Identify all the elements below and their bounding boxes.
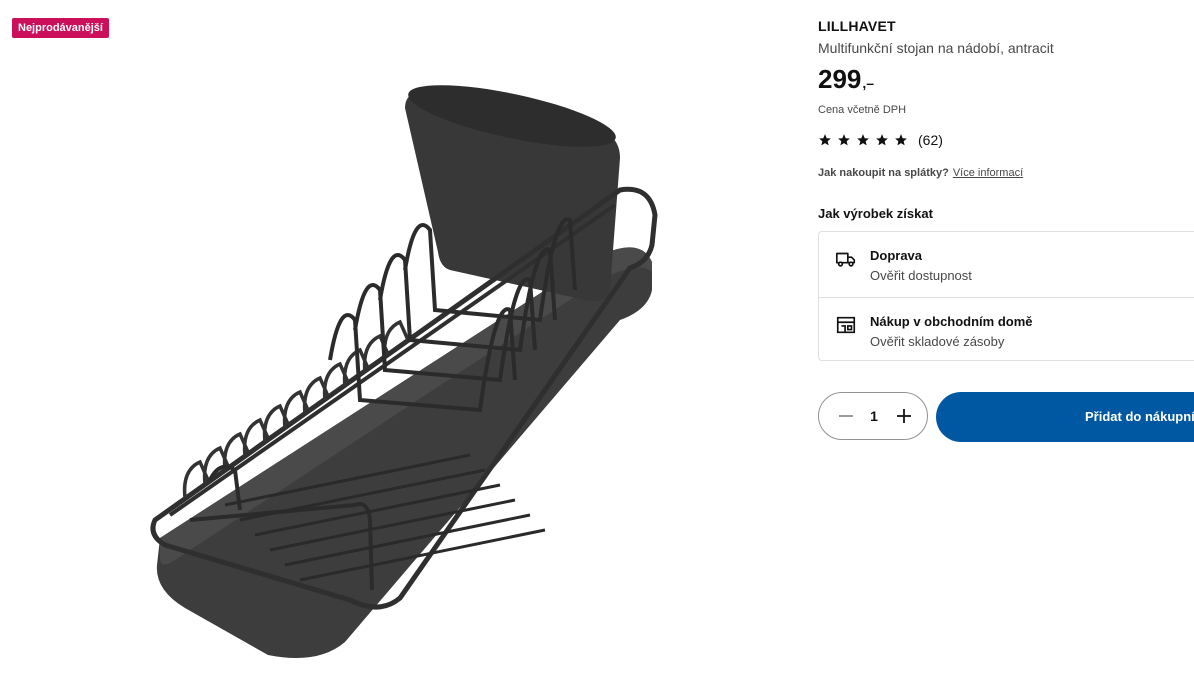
store-option[interactable]: Nákup v obchodním domě Ověřit skladové z… (819, 297, 1194, 362)
delivery-subtitle: Ověřit dostupnost (870, 268, 972, 283)
product-name: LILLHAVET (818, 18, 896, 34)
availability-options: Doprava Ověřit dostupnost Nákup v obchod… (818, 231, 1194, 361)
delivery-option[interactable]: Doprava Ověřit dostupnost (819, 232, 1194, 296)
availability-title: Jak výrobek získat (818, 206, 933, 221)
star-icon (857, 134, 869, 146)
installment-info: Jak nakoupit na splátky? Více informací (818, 167, 1023, 179)
price-suffix: ,– (862, 75, 875, 91)
store-icon (836, 316, 856, 334)
vat-note: Cena včetně DPH (818, 104, 907, 116)
store-subtitle: Ověřit skladové zásoby (870, 334, 1005, 349)
price-integer: 299 (818, 64, 862, 94)
star-icon (895, 134, 907, 146)
delivery-title: Doprava (870, 248, 923, 263)
star-icon (819, 134, 831, 146)
rating-count[interactable]: (62) (918, 132, 943, 148)
rating-stars (818, 133, 908, 147)
minus-icon[interactable] (833, 403, 859, 429)
star-icon (838, 134, 850, 146)
star-icon (876, 134, 888, 146)
quantity-stepper: 1 (818, 392, 928, 440)
truck-icon (836, 252, 856, 267)
price: 299 ,– (818, 64, 874, 95)
bestseller-badge: Nejprodávanější (12, 18, 109, 38)
add-to-cart-button[interactable]: Přidat do nákupní (936, 392, 1194, 442)
store-title: Nákup v obchodním domě (870, 314, 1033, 329)
plus-icon[interactable] (891, 403, 917, 429)
product-image (150, 85, 658, 659)
product-info: LILLHAVET Multifunkční stojan na nádobí,… (818, 0, 1194, 674)
installment-more-link[interactable]: Více informací (953, 167, 1023, 179)
add-to-cart-label: Přidat do nákupní (1085, 409, 1194, 424)
quantity-value[interactable]: 1 (859, 408, 889, 424)
product-description: Multifunkční stojan na nádobí, antracit (818, 40, 1054, 56)
rating[interactable]: (62) (818, 132, 943, 148)
installment-question: Jak nakoupit na splátky? (818, 167, 949, 179)
